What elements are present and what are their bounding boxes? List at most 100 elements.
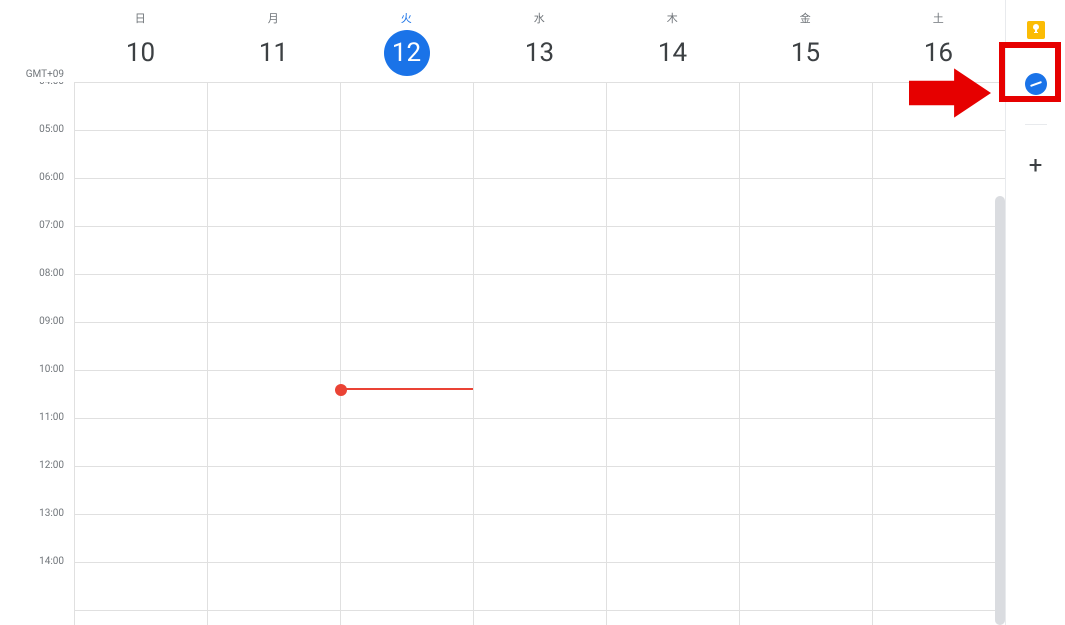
- hour-cell[interactable]: [75, 275, 207, 323]
- hour-cell[interactable]: [740, 371, 872, 419]
- hour-cell[interactable]: [75, 83, 207, 131]
- day-header[interactable]: 火12: [340, 0, 473, 82]
- hour-cell[interactable]: [341, 83, 473, 131]
- hour-cell[interactable]: [740, 419, 872, 467]
- hour-cell[interactable]: [607, 131, 739, 179]
- hour-cell[interactable]: [75, 419, 207, 467]
- hour-cell[interactable]: [208, 131, 340, 179]
- day-column[interactable]: [739, 83, 872, 625]
- tasks-button[interactable]: [1016, 64, 1056, 104]
- hour-cell[interactable]: [208, 227, 340, 275]
- day-header[interactable]: 月11: [207, 0, 340, 82]
- hour-cell[interactable]: [873, 563, 1005, 611]
- hour-cell[interactable]: [873, 323, 1005, 371]
- hour-cell[interactable]: [607, 563, 739, 611]
- day-header[interactable]: 金15: [739, 0, 872, 82]
- hour-cell[interactable]: [873, 275, 1005, 323]
- day-column[interactable]: [872, 83, 1005, 625]
- scrollbar[interactable]: [995, 196, 1005, 625]
- hour-cell[interactable]: [474, 179, 606, 227]
- scrollbar-thumb[interactable]: [995, 196, 1005, 625]
- hour-cell[interactable]: [607, 275, 739, 323]
- hour-cell[interactable]: [474, 275, 606, 323]
- hour-cell[interactable]: [474, 83, 606, 131]
- hour-cell[interactable]: [607, 515, 739, 563]
- hour-cell[interactable]: [474, 563, 606, 611]
- hour-cell[interactable]: [740, 323, 872, 371]
- hour-cell[interactable]: [208, 563, 340, 611]
- hour-cell[interactable]: [208, 323, 340, 371]
- hour-cell[interactable]: [607, 179, 739, 227]
- hour-cell[interactable]: [474, 227, 606, 275]
- hour-cell[interactable]: [208, 179, 340, 227]
- hour-cell[interactable]: [341, 227, 473, 275]
- hour-cell[interactable]: [341, 275, 473, 323]
- day-header[interactable]: 土16: [872, 0, 1005, 82]
- date-number[interactable]: 11: [251, 30, 297, 76]
- time-grid[interactable]: 04:0005:0006:0007:0008:0009:0010:0011:00…: [0, 82, 1005, 625]
- week-grid[interactable]: [74, 82, 1005, 625]
- hour-cell[interactable]: [341, 563, 473, 611]
- hour-cell[interactable]: [341, 515, 473, 563]
- hour-cell[interactable]: [740, 563, 872, 611]
- hour-cell[interactable]: [208, 515, 340, 563]
- hour-cell[interactable]: [740, 83, 872, 131]
- hour-cell[interactable]: [873, 227, 1005, 275]
- hour-cell[interactable]: [474, 131, 606, 179]
- date-number[interactable]: 14: [650, 30, 696, 76]
- hour-cell[interactable]: [341, 371, 473, 419]
- hour-cell[interactable]: [607, 323, 739, 371]
- hour-cell[interactable]: [208, 275, 340, 323]
- get-addons-button[interactable]: +: [1016, 145, 1056, 185]
- day-column[interactable]: [473, 83, 606, 625]
- hour-cell[interactable]: [474, 419, 606, 467]
- date-number[interactable]: 15: [783, 30, 829, 76]
- hour-cell[interactable]: [75, 563, 207, 611]
- hour-cell[interactable]: [474, 371, 606, 419]
- hour-cell[interactable]: [208, 419, 340, 467]
- hour-cell[interactable]: [341, 467, 473, 515]
- hour-cell[interactable]: [341, 419, 473, 467]
- hour-cell[interactable]: [873, 179, 1005, 227]
- day-column[interactable]: [207, 83, 340, 625]
- hour-cell[interactable]: [740, 227, 872, 275]
- hour-cell[interactable]: [75, 131, 207, 179]
- hour-cell[interactable]: [75, 227, 207, 275]
- day-header[interactable]: 水13: [473, 0, 606, 82]
- hour-cell[interactable]: [607, 371, 739, 419]
- hour-cell[interactable]: [474, 467, 606, 515]
- hour-cell[interactable]: [607, 227, 739, 275]
- keep-button[interactable]: [1016, 10, 1056, 50]
- hour-cell[interactable]: [873, 467, 1005, 515]
- hour-cell[interactable]: [208, 371, 340, 419]
- date-number[interactable]: 13: [517, 30, 563, 76]
- hour-cell[interactable]: [740, 275, 872, 323]
- day-column[interactable]: [340, 83, 473, 625]
- hour-cell[interactable]: [740, 179, 872, 227]
- hour-cell[interactable]: [75, 467, 207, 515]
- hour-cell[interactable]: [873, 515, 1005, 563]
- hour-cell[interactable]: [607, 83, 739, 131]
- hour-cell[interactable]: [474, 323, 606, 371]
- hour-cell[interactable]: [740, 515, 872, 563]
- day-column[interactable]: [74, 83, 207, 625]
- hour-cell[interactable]: [341, 323, 473, 371]
- hour-cell[interactable]: [740, 467, 872, 515]
- hour-cell[interactable]: [75, 371, 207, 419]
- hour-cell[interactable]: [873, 371, 1005, 419]
- hour-cell[interactable]: [75, 515, 207, 563]
- hour-cell[interactable]: [474, 515, 606, 563]
- hour-cell[interactable]: [341, 131, 473, 179]
- hour-cell[interactable]: [208, 83, 340, 131]
- hour-cell[interactable]: [607, 419, 739, 467]
- hour-cell[interactable]: [208, 467, 340, 515]
- hour-cell[interactable]: [607, 467, 739, 515]
- hour-cell[interactable]: [873, 419, 1005, 467]
- day-header[interactable]: 日10: [74, 0, 207, 82]
- day-column[interactable]: [606, 83, 739, 625]
- date-number[interactable]: 12: [384, 30, 430, 76]
- day-header[interactable]: 木14: [606, 0, 739, 82]
- hour-cell[interactable]: [740, 131, 872, 179]
- hour-cell[interactable]: [75, 323, 207, 371]
- hour-cell[interactable]: [873, 131, 1005, 179]
